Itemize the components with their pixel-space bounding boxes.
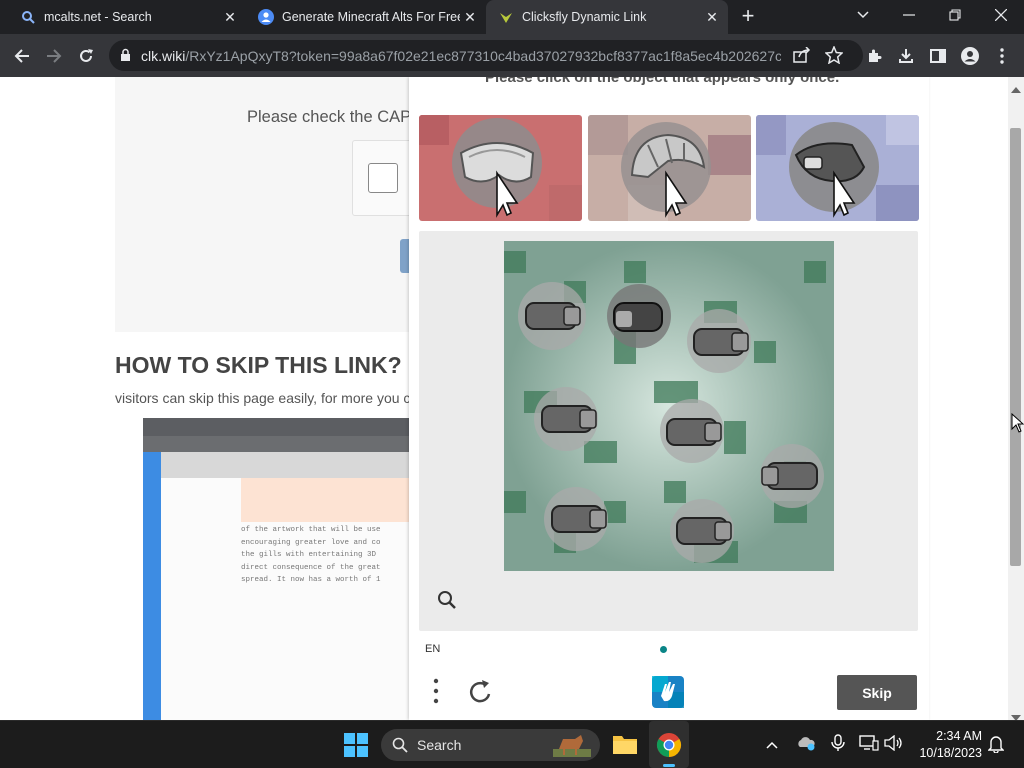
search-icon [20, 9, 36, 25]
chrome-taskbar-button[interactable] [649, 721, 689, 768]
progress-dot [660, 646, 667, 653]
volume-icon[interactable] [884, 734, 904, 754]
skip-description: visitors can skip this page easily, for … [115, 390, 411, 406]
restore-icon[interactable] [932, 0, 978, 30]
chrome-icon [656, 732, 682, 763]
url-path: /RxYz1ApQxyT8?token=99a8a67f02e21ec87731… [185, 48, 781, 64]
skip-heading: HOW TO SKIP THIS LINK? [115, 352, 402, 378]
tab-minecraft-alts[interactable]: Generate Minecraft Alts For Free ✕ [238, 0, 486, 34]
captcha-menu-icon[interactable] [426, 677, 446, 705]
onedrive-icon[interactable] [796, 735, 816, 754]
forward-icon[interactable] [38, 34, 70, 77]
bookmark-star-icon[interactable] [824, 45, 844, 69]
search-highlight-icon [553, 731, 591, 764]
captcha-instruction: Please check the CAP [247, 108, 412, 126]
zoom-search-icon[interactable] [436, 589, 458, 611]
download-icon[interactable] [890, 34, 922, 77]
tab-search-dropdown-icon[interactable] [840, 0, 886, 30]
tab-search[interactable]: mcalts.net - Search ✕ [0, 0, 246, 34]
show-hidden-icons-icon[interactable] [766, 736, 778, 752]
browser-menu-icon[interactable] [986, 34, 1018, 77]
example-image-helmet [588, 115, 751, 221]
search-icon [392, 737, 408, 758]
user-icon [258, 9, 274, 25]
extensions-icon[interactable] [858, 34, 890, 77]
refresh-challenge-icon[interactable] [466, 677, 496, 707]
new-tab-button[interactable]: + [737, 4, 759, 28]
tutorial-screenshot: of the artwork that will be use encourag… [143, 418, 413, 720]
microphone-icon[interactable] [831, 734, 845, 755]
tab-title: mcalts.net - Search [44, 10, 152, 24]
notification-bell-icon[interactable] [987, 735, 1005, 756]
share-icon[interactable] [793, 46, 811, 68]
mouse-cursor-icon [1011, 412, 1024, 438]
url-host: clk.wiki [141, 48, 186, 64]
clock-date[interactable]: 10/18/2023 [912, 746, 982, 760]
clicksfly-icon [498, 9, 514, 25]
taskbar-search-label: Search [417, 737, 462, 753]
active-indicator [663, 764, 675, 767]
tab-close-icon[interactable]: ✕ [702, 9, 722, 26]
windows-taskbar: Search 2:34 AM 10/18/2023 [0, 720, 1024, 768]
tab-close-icon[interactable]: ✕ [460, 9, 480, 26]
captcha-checkbox[interactable] [368, 163, 398, 193]
web-page: Please check the CAP HOW TO SKIP THIS LI… [0, 77, 1008, 720]
challenge-image[interactable] [504, 241, 834, 571]
display-icon[interactable] [859, 735, 879, 754]
tutorial-text: of the artwork that will be use encourag… [241, 526, 381, 584]
taskbar-search[interactable]: Search [381, 729, 600, 761]
tab-title: Clicksfly Dynamic Link [522, 10, 647, 24]
example-image-vr-headset [756, 115, 919, 221]
back-icon[interactable] [6, 34, 38, 77]
profile-icon[interactable] [954, 34, 986, 77]
side-panel-icon[interactable] [922, 34, 954, 77]
scrollbar-thumb[interactable] [1010, 128, 1021, 566]
reload-icon[interactable] [70, 34, 102, 77]
url-text: clk.wiki/RxYz1ApQxyT8?token=99a8a67f02e2… [141, 48, 781, 64]
tab-clicksfly[interactable]: Clicksfly Dynamic Link ✕ [486, 0, 728, 34]
lock-icon[interactable] [120, 48, 131, 67]
address-bar[interactable]: clk.wiki/RxYz1ApQxyT8?token=99a8a67f02e2… [109, 40, 863, 71]
hcaptcha-logo-icon[interactable] [650, 674, 686, 710]
minimize-icon[interactable] [886, 0, 932, 30]
file-explorer-icon[interactable] [612, 732, 638, 761]
tab-strip: mcalts.net - Search ✕ Generate Minecraft… [0, 0, 1024, 34]
language-selector[interactable]: EN [425, 643, 440, 655]
tab-close-icon[interactable]: ✕ [220, 9, 240, 26]
skip-button[interactable]: Skip [837, 675, 917, 710]
tab-title: Generate Minecraft Alts For Free [282, 10, 460, 24]
close-window-icon[interactable] [978, 0, 1024, 30]
scroll-up-icon[interactable] [1011, 80, 1021, 98]
browser-toolbar: clk.wiki/RxYz1ApQxyT8?token=99a8a67f02e2… [0, 34, 1024, 77]
example-image-goggles [419, 115, 582, 221]
challenge-prompt: Please click on the object that appears … [485, 77, 840, 86]
clock-time[interactable]: 2:34 AM [928, 729, 982, 743]
windows-start-icon[interactable] [344, 733, 368, 762]
